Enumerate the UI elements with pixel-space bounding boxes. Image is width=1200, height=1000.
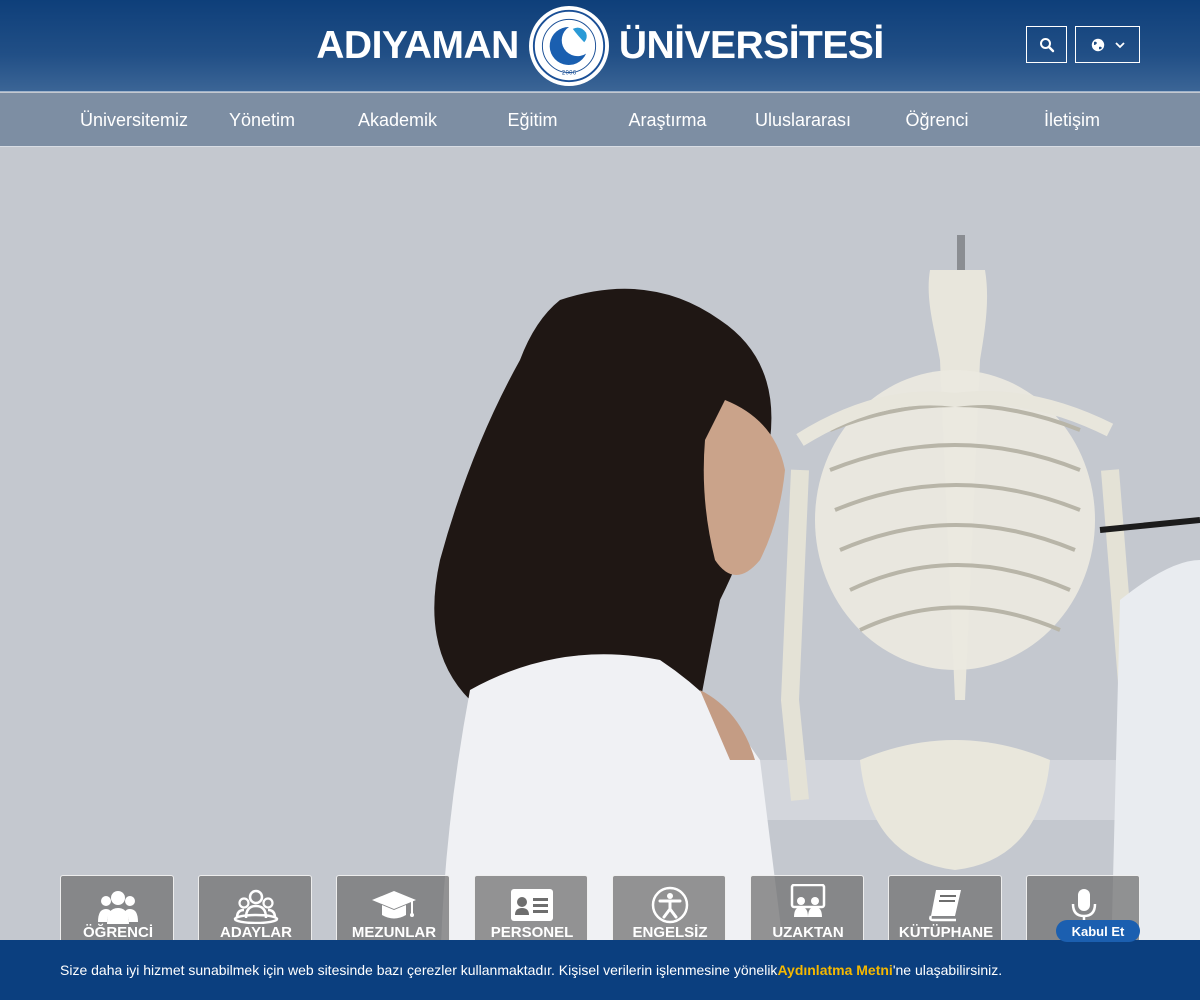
nav-item-iletisim[interactable]: İletişim <box>1018 93 1126 147</box>
accept-cookies-button[interactable]: Kabul Et <box>1056 920 1140 942</box>
nav-item-yonetim[interactable]: Yönetim <box>212 93 312 147</box>
nav-item-akademik[interactable]: Akademik <box>345 93 450 147</box>
cookie-text-before: Size daha iyi hizmet sunabilmek için web… <box>60 962 778 978</box>
brand-name-right[interactable]: ÜNİVERSİTESİ <box>619 24 884 68</box>
search-icon <box>1039 37 1054 52</box>
tile-label: KÜTÜPHANE <box>898 924 994 941</box>
site-header: ADIYAMAN 2006 ÜNİVERSİTESİ <box>0 0 1200 92</box>
cookie-message: Size daha iyi hizmet sunabilmek için web… <box>60 940 1002 1000</box>
logo-year: 2006 <box>562 71 577 77</box>
distance-learning-icon <box>790 884 826 917</box>
candidates-icon <box>233 889 279 924</box>
hero-background <box>0 0 1200 1000</box>
id-card-icon <box>511 889 553 921</box>
tile-label: UZAKTAN <box>772 924 844 941</box>
tile-label: MEZUNLAR <box>351 924 437 941</box>
globe-icon <box>1091 38 1104 51</box>
main-nav: Üniversitemiz Yönetim Akademik Eğitim Ar… <box>0 93 1200 147</box>
cookie-text-after: 'ne ulaşabilirsiniz. <box>892 962 1003 978</box>
brand: ADIYAMAN 2006 ÜNİVERSİTESİ <box>0 0 1200 92</box>
nav-item-arastirma[interactable]: Araştırma <box>610 93 725 147</box>
cookie-consent-bar: Size daha iyi hizmet sunabilmek için web… <box>0 940 1200 1000</box>
tile-label: ÖĞRENCİ <box>82 924 153 941</box>
hero-scene <box>0 0 1200 1000</box>
accessibility-icon <box>651 886 689 924</box>
nav-item-ogrenci[interactable]: Öğrenci <box>886 93 988 147</box>
brand-name-left[interactable]: ADIYAMAN <box>316 24 519 68</box>
book-icon <box>929 890 961 922</box>
logo-emblem-icon: 2006 <box>532 9 605 83</box>
nav-item-uluslararasi[interactable]: Uluslararası <box>742 93 864 147</box>
nav-item-egitim[interactable]: Eğitim <box>485 93 580 147</box>
language-selector[interactable] <box>1075 26 1140 63</box>
graduation-cap-icon <box>372 891 416 919</box>
microphone-icon <box>1071 889 1097 923</box>
tile-label: ENGELSİZ <box>632 924 708 941</box>
nav-item-universitemiz[interactable]: Üniversitemiz <box>68 93 200 147</box>
chevron-down-icon <box>1114 41 1125 48</box>
search-button[interactable] <box>1026 26 1067 63</box>
users-icon <box>98 891 138 924</box>
tile-label: PERSONEL <box>490 924 574 941</box>
tile-label: ADAYLAR <box>220 924 292 941</box>
privacy-notice-link[interactable]: Aydınlatma Metni <box>777 962 892 978</box>
university-logo[interactable]: 2006 <box>528 6 609 86</box>
